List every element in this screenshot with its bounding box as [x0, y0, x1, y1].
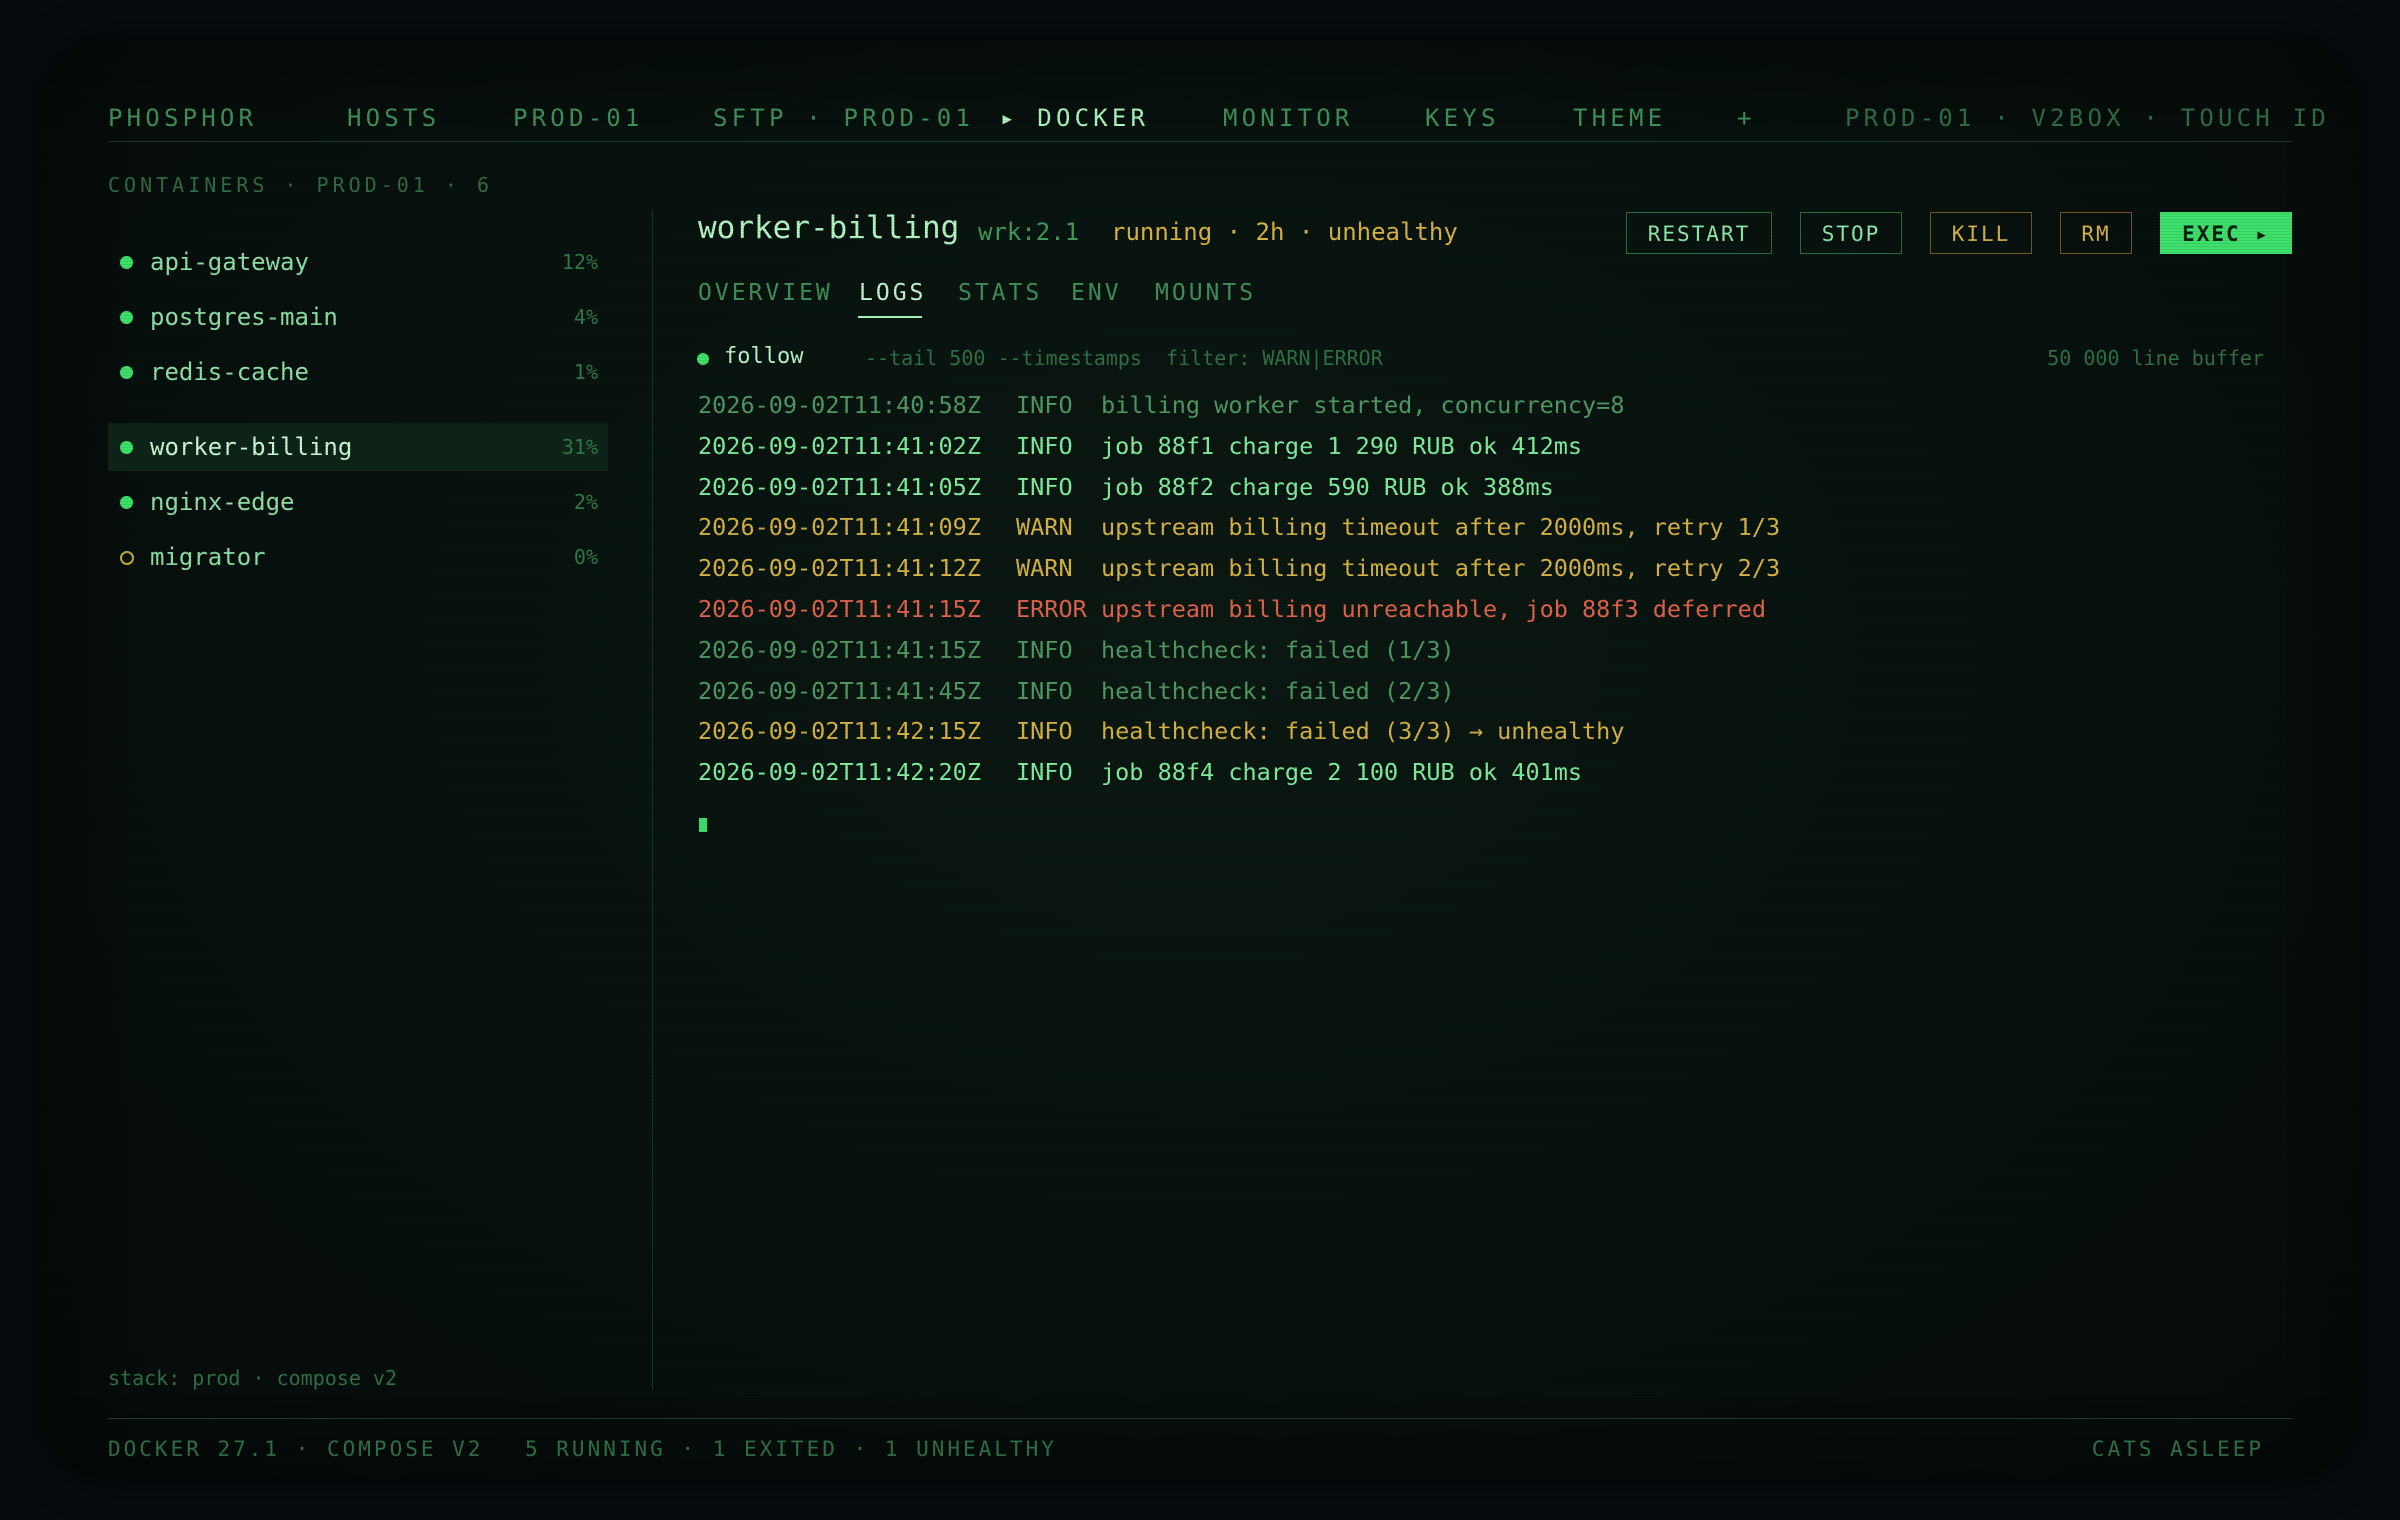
log-message: job 88f2 charge 590 RUB ok 388ms	[1101, 472, 1554, 501]
log-level: INFO	[1016, 758, 1073, 787]
container-name: worker-billing	[150, 433, 353, 461]
status-running-icon	[120, 366, 133, 379]
tab-env[interactable]: ENV	[1071, 280, 1122, 306]
tab-logs[interactable]: LOGS	[859, 280, 926, 306]
container-name: api-gateway	[150, 248, 309, 276]
log-level: WARN	[1016, 554, 1073, 583]
follow-toggle[interactable]: follow	[724, 344, 803, 369]
status-running-icon	[120, 441, 133, 454]
nav-item-monitor[interactable]: MONITOR	[1223, 100, 1354, 136]
restart-button[interactable]: RESTART	[1626, 212, 1772, 254]
container-title: worker-billing	[698, 210, 960, 246]
rm-button[interactable]: RM	[2060, 212, 2132, 254]
container-name: postgres-main	[150, 303, 338, 331]
log-message: upstream billing unreachable, job 88f3 d…	[1101, 595, 1766, 623]
container-cpu: 2%	[573, 490, 598, 514]
container-item-worker-billing[interactable]: worker-billing 31%	[108, 423, 608, 471]
log-level: INFO	[1016, 676, 1073, 705]
log-level: WARN	[1016, 513, 1073, 542]
tab-mounts[interactable]: MOUNTS	[1155, 280, 1256, 306]
log-level: INFO	[1016, 717, 1073, 746]
log-level: INFO	[1016, 391, 1073, 419]
status-running-icon	[120, 311, 133, 324]
nav-item-sftp[interactable]: SFTP · PROD-01	[713, 100, 974, 136]
log-timestamp: 2026-09-02T11:41:02Z	[698, 431, 981, 460]
log-message: healthcheck: failed (3/3) → unhealthy	[1101, 717, 1625, 746]
container-name: migrator	[150, 543, 266, 571]
bottom-divider	[108, 1418, 2293, 1419]
buffer-size: 50 000 line buffer	[2047, 346, 2264, 370]
exec-button[interactable]: EXEC ▸	[2160, 212, 2292, 254]
active-tab-indicator	[858, 316, 922, 318]
container-item-redis-cache[interactable]: redis-cache 1%	[108, 348, 608, 396]
log-level: INFO	[1016, 635, 1073, 664]
containers-heading: CONTAINERS · PROD-01 · 6	[108, 173, 493, 197]
container-item-postgres-main[interactable]: postgres-main 4%	[108, 293, 608, 341]
log-timestamp: 2026-09-02T11:40:58Z	[698, 391, 981, 419]
brand-logo: PHOSPHOR	[108, 104, 258, 132]
stop-button[interactable]: STOP	[1800, 212, 1902, 254]
log-timestamp: 2026-09-02T11:41:12Z	[698, 554, 981, 583]
log-level: ERROR	[1016, 595, 1087, 623]
new-tab-button[interactable]: +	[1737, 100, 1756, 136]
log-level: INFO	[1016, 472, 1073, 501]
docker-version: DOCKER 27.1 · COMPOSE V2	[108, 1437, 484, 1461]
log-timestamp: 2026-09-02T11:41:15Z	[698, 635, 981, 664]
terminal-cursor	[699, 818, 707, 832]
container-cpu: 12%	[561, 250, 598, 274]
log-message: healthcheck: failed (1/3)	[1101, 635, 1455, 664]
container-item-api-gateway[interactable]: api-gateway 12%	[108, 238, 608, 286]
status-running-icon	[120, 496, 133, 509]
log-message: upstream billing timeout after 2000ms, r…	[1101, 513, 1781, 542]
container-cpu: 4%	[573, 305, 598, 329]
tab-overview[interactable]: OVERVIEW	[698, 280, 833, 306]
terminal-window: PHOSPHOR HOSTS PROD-01 SFTP · PROD-01 ▸ …	[40, 40, 2360, 1480]
log-message: job 88f1 charge 1 290 RUB ok 412ms	[1101, 431, 1583, 460]
log-message: job 88f4 charge 2 100 RUB ok 401ms	[1101, 758, 1583, 787]
status-exited-icon	[120, 551, 134, 565]
log-query-args: --tail 500 --timestamps filter: WARN|ERR…	[865, 346, 1383, 370]
log-message: billing worker started, concurrency=8	[1101, 391, 1625, 419]
container-cpu: 0%	[573, 545, 598, 569]
log-timestamp: 2026-09-02T11:41:09Z	[698, 513, 981, 542]
log-message: upstream billing timeout after 2000ms, r…	[1101, 554, 1781, 583]
container-summary: 5 RUNNING · 1 EXITED · 1 UNHEALTHY	[525, 1437, 1057, 1461]
tab-stats[interactable]: STATS	[958, 280, 1042, 306]
sidebar-divider	[652, 210, 653, 1390]
log-timestamp: 2026-09-02T11:41:15Z	[698, 595, 981, 623]
container-cpu: 31%	[561, 435, 598, 459]
nav-item-theme[interactable]: THEME	[1573, 100, 1666, 136]
top-divider	[108, 141, 2293, 142]
nav-item-hosts[interactable]: HOSTS	[347, 100, 440, 136]
container-cpu: 1%	[573, 360, 598, 384]
kill-button[interactable]: KILL	[1930, 212, 2032, 254]
log-timestamp: 2026-09-02T11:41:05Z	[698, 472, 981, 501]
follow-status-icon	[697, 353, 709, 365]
nav-item-keys[interactable]: KEYS	[1425, 100, 1500, 136]
log-timestamp: 2026-09-02T11:42:20Z	[698, 758, 981, 787]
container-item-nginx-edge[interactable]: nginx-edge 2%	[108, 478, 608, 526]
host-session-info: PROD-01 · V2BOX · TOUCH ID	[1845, 104, 2330, 132]
container-item-migrator[interactable]: migrator 0%	[108, 533, 608, 581]
log-timestamp: 2026-09-02T11:42:15Z	[698, 717, 981, 746]
ambient-status: CATS ASLEEP	[2091, 1437, 2264, 1461]
container-name: redis-cache	[150, 358, 309, 386]
stack-info: stack: prod · compose v2	[108, 1366, 397, 1390]
log-level: INFO	[1016, 431, 1073, 460]
container-status: running · 2h · unhealthy	[1111, 218, 1458, 246]
container-name: nginx-edge	[150, 488, 295, 516]
nav-item-prod-01[interactable]: PROD-01	[513, 100, 644, 136]
image-tag: wrk:2.1	[978, 218, 1080, 246]
log-message: healthcheck: failed (2/3)	[1101, 676, 1455, 705]
nav-item-docker[interactable]: ▸ DOCKER	[1000, 100, 1149, 136]
log-timestamp: 2026-09-02T11:41:45Z	[698, 676, 981, 705]
status-running-icon	[120, 256, 133, 269]
